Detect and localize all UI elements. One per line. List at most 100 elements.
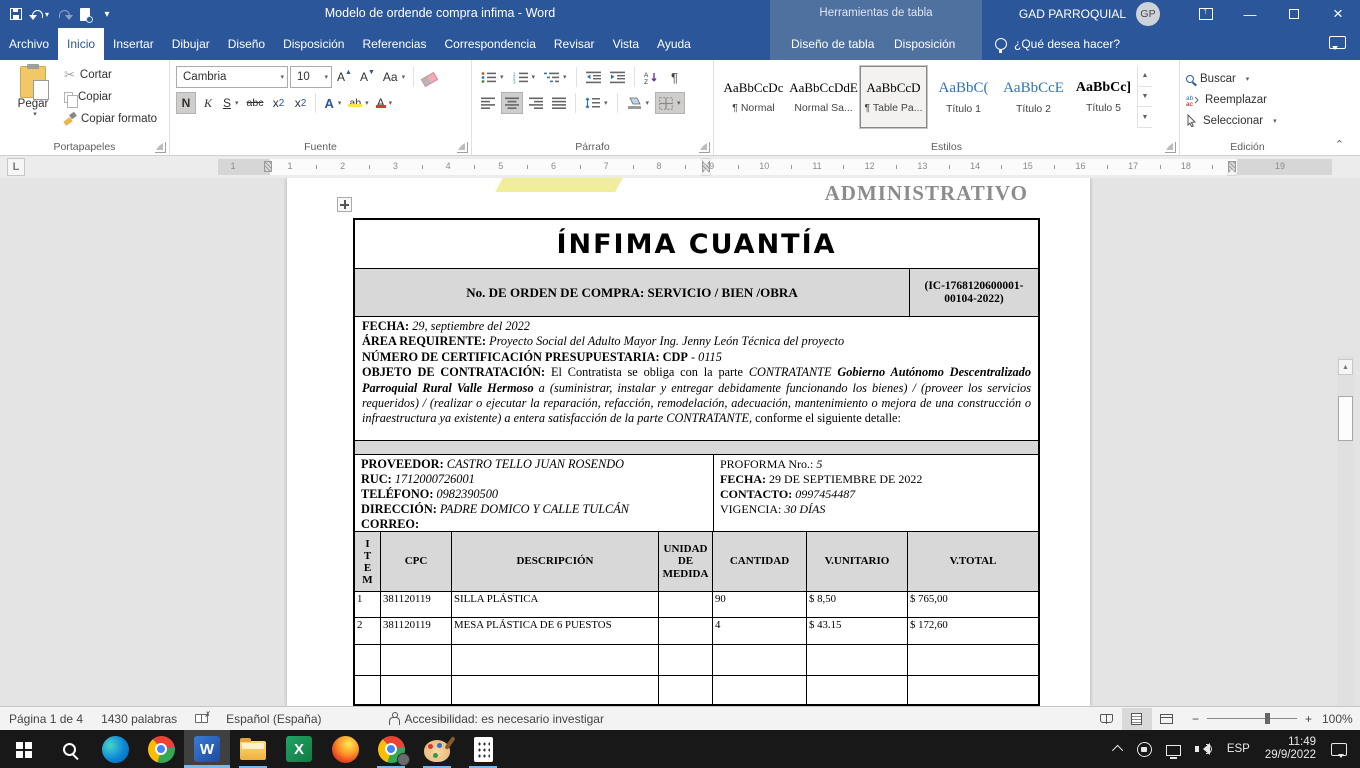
font-name-combo[interactable]: Cambria▾ <box>176 66 288 88</box>
style-normal-sa[interactable]: AaBbCcDdENormal Sa... <box>790 66 857 128</box>
justify-button[interactable] <box>549 92 569 114</box>
tab-disposicion[interactable]: Disposición <box>274 28 353 60</box>
word-count[interactable]: 1430 palabras <box>92 707 186 731</box>
font-dialog-launcher[interactable] <box>457 142 468 153</box>
taskbar-chrome[interactable] <box>138 730 184 768</box>
zoom-in-icon[interactable]: + <box>1305 712 1312 726</box>
taskbar-chrome-profile[interactable] <box>368 730 414 768</box>
align-center-button[interactable] <box>501 92 523 114</box>
tab-dibujar[interactable]: Dibujar <box>163 28 219 60</box>
find-button[interactable]: Buscar▾ <box>1186 68 1311 89</box>
styles-gallery-more-icon[interactable]: ▼ <box>1138 107 1152 128</box>
line-spacing-button[interactable]: ▾ <box>582 92 611 114</box>
clear-formatting-button[interactable] <box>419 66 440 88</box>
proofing-icon[interactable] <box>186 707 217 731</box>
tab-inicio[interactable]: Inicio <box>58 28 104 60</box>
italic-button[interactable]: K <box>198 92 218 114</box>
tab-disposicion-tabla[interactable]: Disposición <box>885 28 964 60</box>
shading-button[interactable]: ▾ <box>624 92 653 114</box>
sort-button[interactable]: AZ <box>641 66 662 88</box>
copy-button[interactable]: Copiar <box>60 86 161 108</box>
highlight-color-button[interactable]: ab▾ <box>346 92 371 114</box>
styles-scroll-up-icon[interactable]: ▲ <box>1138 66 1152 87</box>
align-left-button[interactable] <box>478 92 498 114</box>
format-painter-button[interactable]: Copiar formato <box>60 108 161 130</box>
borders-button[interactable]: ▾ <box>655 92 685 114</box>
tab-stop-selector[interactable]: L <box>7 158 25 176</box>
zoom-level[interactable]: 100% <box>1322 712 1360 726</box>
margin-boundary-marker[interactable] <box>264 161 272 172</box>
tab-archivo[interactable]: Archivo <box>0 28 58 60</box>
taskbar-excel[interactable]: X <box>276 730 322 768</box>
language-indicator[interactable]: Español (España) <box>217 707 330 731</box>
ribbon-display-options-icon[interactable] <box>1184 0 1228 28</box>
text-effects-button[interactable]: A▾ <box>321 92 344 114</box>
undo-icon[interactable]: ▾ <box>32 4 49 24</box>
purchase-order-table[interactable]: ÍNFIMA CUANTÍA No. DE ORDEN DE COMPRA: S… <box>353 218 1040 706</box>
tab-vista[interactable]: Vista <box>604 28 648 60</box>
taskbar-firefox[interactable] <box>322 730 368 768</box>
customize-qat-icon[interactable]: ▾ <box>100 9 114 20</box>
zoom-slider-thumb[interactable] <box>1265 713 1270 724</box>
style-normal[interactable]: AaBbCcDc¶ Normal <box>720 66 787 128</box>
print-layout-icon[interactable] <box>1122 708 1152 730</box>
collapse-ribbon-icon[interactable]: ⌃ <box>1335 138 1344 151</box>
print-preview-icon[interactable] <box>80 4 90 24</box>
web-layout-icon[interactable] <box>1152 708 1182 730</box>
feedback-bubble-icon[interactable] <box>1329 36 1346 49</box>
account-name[interactable]: GAD PARROQUIAL <box>1019 7 1126 21</box>
redo-icon[interactable] <box>59 4 70 24</box>
paste-button[interactable]: Pegar ▾ <box>6 64 60 130</box>
replace-button[interactable]: abacReemplazar <box>1186 89 1311 110</box>
scrollbar-thumb[interactable] <box>1338 396 1353 441</box>
paragraph-dialog-launcher[interactable] <box>699 142 710 153</box>
change-case-button[interactable]: Aa▾ <box>380 66 408 88</box>
style-titulo-5[interactable]: AaBbCc]Título 5 <box>1070 66 1137 128</box>
tab-correspondencia[interactable]: Correspondencia <box>435 28 544 60</box>
tell-me-search[interactable]: ¿Qué desea hacer? <box>995 28 1120 60</box>
tab-revisar[interactable]: Revisar <box>545 28 604 60</box>
clipboard-dialog-launcher[interactable] <box>155 142 166 153</box>
align-right-button[interactable] <box>526 92 546 114</box>
document-page[interactable]: ADMINISTRATIVO ÍNFIMA CUANTÍA No. DE ORD… <box>287 178 1090 706</box>
style-titulo-1[interactable]: AaBbC(Título 1 <box>930 66 997 128</box>
taskbar-edge[interactable] <box>92 730 138 768</box>
tab-diseno-de-tabla[interactable]: Diseño de tabla <box>782 28 883 60</box>
volume-icon[interactable] <box>1188 730 1220 768</box>
right-indent-marker[interactable] <box>1227 164 1237 175</box>
zoom-slider[interactable] <box>1207 718 1297 719</box>
numbering-button[interactable]: 123▾ <box>510 66 539 88</box>
horizontal-ruler[interactable]: 1 19 123456789101112131415161718 <box>218 159 1332 175</box>
clock[interactable]: 11:49 29/9/2022 <box>1257 736 1324 762</box>
bold-button[interactable]: N <box>176 92 196 114</box>
avatar[interactable]: GP <box>1136 2 1160 26</box>
bullets-button[interactable]: ▾ <box>478 66 507 88</box>
grow-font-button[interactable]: A▲ <box>334 66 355 88</box>
scroll-up-icon[interactable]: ▲ <box>1338 359 1353 375</box>
font-size-combo[interactable]: 10▾ <box>290 66 332 88</box>
tab-referencias[interactable]: Referencias <box>353 28 435 60</box>
minimize-icon[interactable]: — <box>1228 0 1272 28</box>
language-badge[interactable]: ESP <box>1220 730 1257 768</box>
taskbar-file-explorer[interactable] <box>230 730 276 768</box>
document-canvas[interactable]: ADMINISTRATIVO ÍNFIMA CUANTÍA No. DE ORD… <box>0 178 1360 706</box>
tab-diseno[interactable]: Diseño <box>219 28 274 60</box>
vertical-scrollbar[interactable]: ▲ ▼ <box>1337 356 1354 706</box>
pilcrow-button[interactable]: ¶ <box>665 66 685 88</box>
font-color-button[interactable]: A▾ <box>374 92 396 114</box>
zoom-out-icon[interactable]: − <box>1192 712 1199 726</box>
styles-dialog-launcher[interactable] <box>1165 142 1176 153</box>
taskbar-paint[interactable] <box>414 730 460 768</box>
action-center-icon[interactable] <box>1324 730 1354 768</box>
save-icon[interactable] <box>10 4 22 24</box>
superscript-button[interactable]: x2 <box>290 92 310 114</box>
increase-indent-button[interactable] <box>607 66 628 88</box>
meet-now-icon[interactable] <box>1130 730 1159 768</box>
select-button[interactable]: Seleccionar▾ <box>1186 110 1311 131</box>
start-button[interactable] <box>0 730 46 768</box>
decrease-indent-button[interactable] <box>583 66 604 88</box>
shrink-font-button[interactable]: A▼ <box>357 66 378 88</box>
close-icon[interactable]: × <box>1316 0 1360 28</box>
multilevel-list-button[interactable]: ▾ <box>541 66 570 88</box>
tab-ayuda[interactable]: Ayuda <box>648 28 700 60</box>
